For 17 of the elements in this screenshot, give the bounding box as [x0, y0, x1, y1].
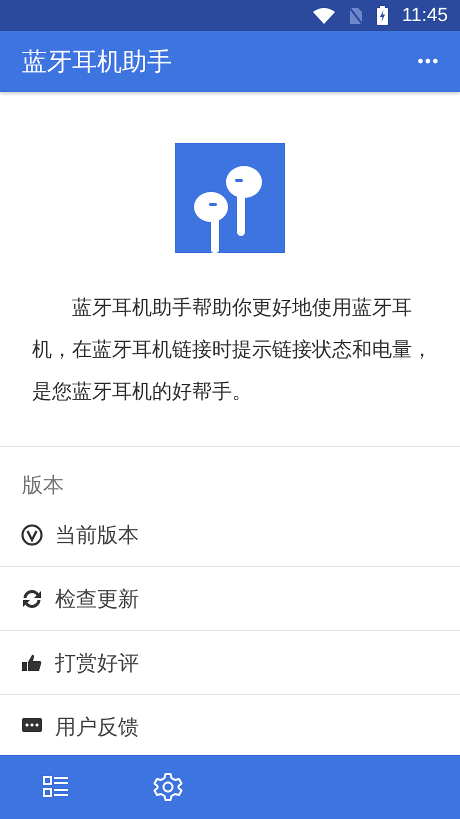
- earphones-logo-icon: [175, 143, 285, 253]
- settings-row[interactable]: 检查更新: [0, 567, 460, 631]
- intro-paragraph: 蓝牙耳机助手帮助你更好地使用蓝牙耳机，在蓝牙耳机链接时提示链接状态和电量，是您蓝牙耳机的好帮手。: [32, 294, 433, 405]
- status-time: 11:45: [402, 4, 448, 26]
- battery-charging-icon: [376, 6, 388, 25]
- wifi-icon: [312, 8, 335, 24]
- version-icon: [21, 524, 43, 546]
- thumbs-up-icon: [21, 654, 43, 672]
- section-header: 版本: [21, 472, 65, 499]
- no-sim-icon: [348, 6, 363, 24]
- settings-row[interactable]: 当前版本: [0, 503, 460, 567]
- settings-icon: [153, 772, 183, 802]
- more-menu-button[interactable]: •••: [412, 48, 442, 75]
- app-title: 蓝牙耳机助手: [22, 46, 172, 78]
- settings-row[interactable]: 打赏好评: [0, 631, 460, 695]
- refresh-icon: [21, 588, 43, 610]
- list-icon: [43, 775, 69, 799]
